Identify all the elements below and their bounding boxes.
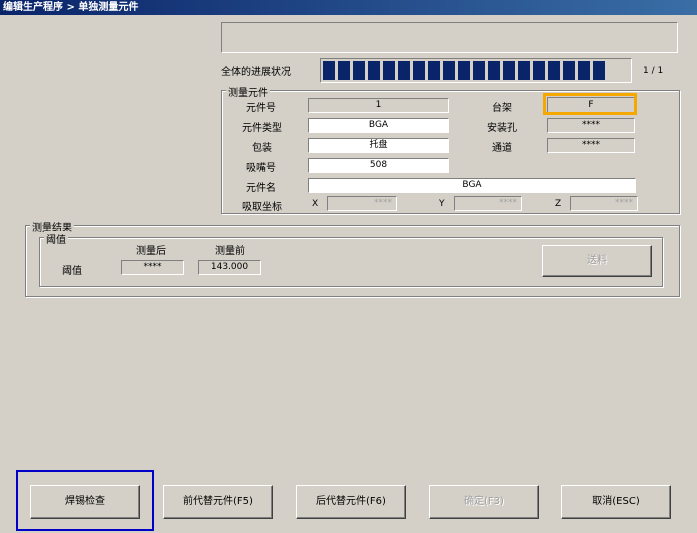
progress-block [533,61,545,80]
prev-alternate-part-button[interactable]: 前代替元件(F5) [163,485,273,519]
window-title: 编辑生产程序 > 单独测量元件 [0,0,697,15]
progress-block [518,61,530,80]
package-field: 托盘 [308,138,449,153]
mount-hole-field: **** [547,118,635,133]
package-label: 包装 [252,143,272,154]
x-label: X [312,199,319,209]
lane-field: **** [547,138,635,153]
lane-label: 通道 [492,143,512,154]
nozzle-label: 吸嘴号 [246,163,276,174]
threshold-row-label: 阈值 [62,266,82,277]
progress-block [413,61,425,80]
progress-block [323,61,335,80]
cancel-button[interactable]: 取消(ESC) [561,485,671,519]
progress-block [458,61,470,80]
mount-hole-label: 安装孔 [487,123,517,134]
progress-block [593,61,605,80]
progress-counter: 1 / 1 [643,66,664,76]
progress-block [353,61,365,80]
progress-block [428,61,440,80]
progress-block [383,61,395,80]
next-alternate-part-button[interactable]: 后代替元件(F6) [296,485,406,519]
pickup-coord-label: 吸取坐标 [242,202,282,213]
progress-block [368,61,380,80]
solder-check-button[interactable]: 焊锡检查 [30,485,140,519]
part-no-label: 元件号 [246,103,276,114]
status-message-box [221,22,678,53]
part-name-label: 元件名 [246,183,276,194]
part-no-field: 1 [308,98,449,113]
discard-button[interactable]: 送料 [542,245,652,277]
progress-block [488,61,500,80]
progress-label: 全体的进展状况 [221,67,291,78]
before-measure-value: 143.000 [198,260,261,275]
nozzle-field: 508 [308,158,449,173]
measure-component-title: 测量元件 [226,84,270,99]
table-field-highlight [543,93,637,115]
progress-block [338,61,350,80]
progress-block [398,61,410,80]
threshold-group-title: 阈值 [44,231,68,246]
progress-block [473,61,485,80]
z-label: Z [555,199,562,209]
part-type-field: BGA [308,118,449,133]
after-measure-header: 测量后 [136,246,166,257]
part-type-label: 元件类型 [242,123,282,134]
progress-block [503,61,515,80]
y-label: Y [439,199,445,209]
overall-progress-bar [320,58,632,83]
part-name-field: BGA [308,178,636,193]
progress-block [578,61,590,80]
progress-block [443,61,455,80]
pickup-x-field: **** [327,196,397,211]
table-label: 台架 [492,103,512,114]
progress-block [548,61,560,80]
pickup-y-field: **** [454,196,522,211]
confirm-button[interactable]: 确定(F3) [429,485,539,519]
pickup-z-field: **** [570,196,638,211]
progress-block [563,61,575,80]
before-measure-header: 测量前 [215,246,245,257]
after-measure-value: **** [121,260,184,275]
